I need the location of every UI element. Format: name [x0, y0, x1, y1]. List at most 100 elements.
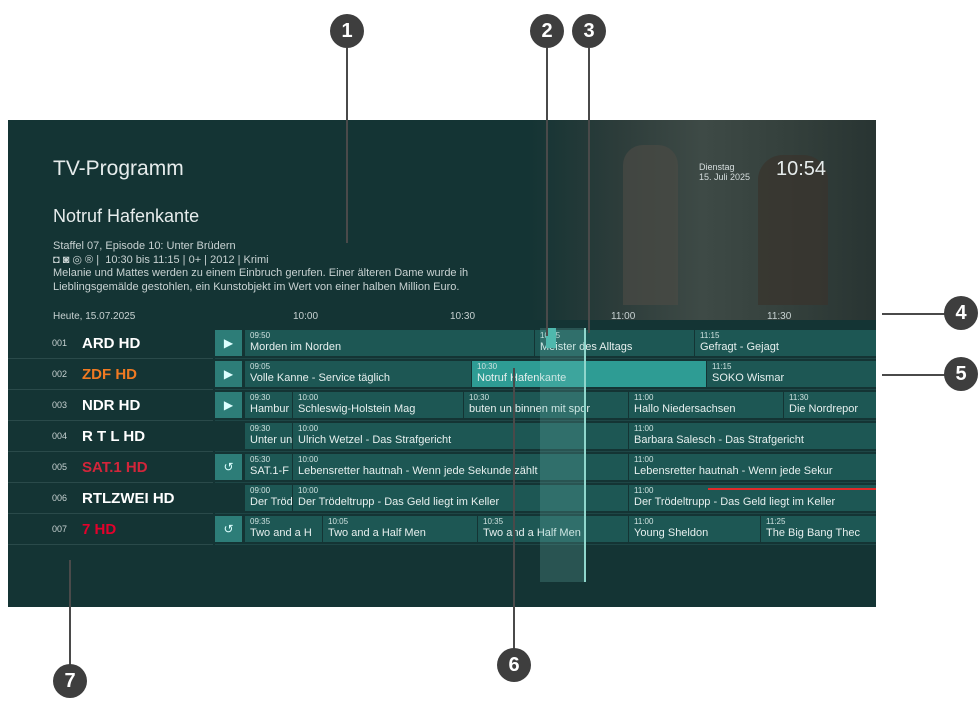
callout-marker: 1	[330, 14, 364, 48]
callout-marker: 7	[53, 664, 87, 698]
program-time: 11:00	[634, 455, 654, 464]
program-time: 09:50	[250, 331, 271, 340]
channel-number: 005	[52, 462, 68, 472]
channel-number: 001	[52, 338, 68, 348]
program-title: Die Nordrepor	[789, 403, 859, 415]
play-button[interactable]: ▶	[215, 392, 242, 418]
program-cell[interactable]: 09:50 Morden im Norden	[245, 330, 535, 356]
program-title: SOKO Wismar	[712, 372, 785, 384]
program-time: 10:00	[298, 393, 319, 402]
program-title: Morden im Norden	[250, 341, 342, 353]
callout-marker: 3	[572, 14, 606, 48]
preview-image	[528, 120, 876, 320]
time-label: 11:30	[767, 311, 792, 322]
play-button[interactable]: ▶	[215, 361, 242, 387]
channel-row[interactable]: 007 7 HD	[8, 514, 213, 545]
program-title: Der Tröd	[250, 496, 293, 508]
timebar-date: Heute, 15.07.2025	[53, 311, 136, 322]
program-cell[interactable]: 09:05 Volle Kanne - Service täglich	[245, 361, 472, 387]
program-cell[interactable]: 09:35 Two and a H	[245, 516, 323, 542]
channel-row[interactable]: 005 SAT.1 HD	[8, 452, 213, 483]
program-cell[interactable]: 11:30 Die Nordrepor	[784, 392, 876, 418]
program-title: Volle Kanne - Service täglich	[250, 372, 391, 384]
current-time-band	[540, 328, 584, 582]
date-label: 15. Juli 2025	[699, 172, 751, 182]
program-title: Schleswig-Holstein Mag	[298, 403, 416, 415]
description-line-1: Melanie und Mattes werden zu einem Einbr…	[53, 267, 469, 279]
details-icons: ◘ ◙ ◎ ®	[53, 254, 94, 266]
callout-marker: 5	[944, 357, 978, 391]
program-cell[interactable]: 11:15 SOKO Wismar	[707, 361, 876, 387]
time-label: 11:00	[611, 311, 636, 322]
time-label: 10:00	[293, 311, 319, 322]
clock: 10:54	[776, 158, 827, 180]
progress-line	[708, 488, 876, 490]
program-cell[interactable]: 11:00 Lebensretter hautnah - Wenn jede Se…	[629, 454, 876, 480]
program-cell[interactable]: 11:00 Barbara Salesch - Das Strafgericht	[629, 423, 876, 449]
program-title: Two and a H	[250, 527, 312, 539]
channel-logo: RTLZWEI HD	[82, 490, 175, 507]
callout-line	[882, 374, 946, 376]
show-title: Notruf Hafenkante	[53, 206, 200, 226]
program-title: The Big Bang Thec	[766, 527, 860, 539]
episode-info: Staffel 07, Episode 10: Unter Brüdern	[53, 240, 236, 252]
program-title: Two and a Half Men	[328, 527, 426, 539]
channel-logo: ZDF HD	[82, 366, 137, 383]
channel-number: 004	[52, 431, 68, 441]
callout-line	[513, 368, 515, 650]
program-time: 11:15	[700, 331, 720, 340]
program-cell[interactable]: 05:30 SAT.1-F	[245, 454, 293, 480]
program-title: Hambur	[250, 403, 290, 415]
channel-row[interactable]: 001 ARD HD	[8, 328, 213, 359]
channel-logo: ARD HD	[82, 335, 141, 352]
restart-button[interactable]: ↺	[215, 516, 242, 542]
program-title: Gefragt - Gejagt	[700, 341, 779, 353]
selected-program[interactable]: 10:30 Notruf Hafenkante	[472, 361, 707, 387]
channel-number: 002	[52, 369, 68, 379]
callout-marker: 4	[944, 296, 978, 330]
program-title: Barbara Salesch - Das Strafgericht	[634, 434, 804, 446]
program-cell[interactable]: 11:00 Hallo Niedersachsen	[629, 392, 784, 418]
program-title: Hallo Niedersachsen	[634, 403, 736, 415]
callout-line	[546, 48, 548, 336]
channel-list: 001 ARD HD 002 ZDF HD 003 NDR HD 004 R T L HD 00…	[8, 328, 213, 545]
program-time: 09:00	[250, 486, 271, 495]
date-display: Dienstag 15. Juli 2025	[699, 162, 750, 182]
timebar: Heute, 15.07.2025 10:00 10:30 11:00 11:3…	[8, 308, 876, 328]
program-cell[interactable]: 09:00 Der Tröd	[245, 485, 293, 511]
program-cell[interactable]: 11:15 Gefragt - Gejagt	[695, 330, 876, 356]
program-time: 05:30	[250, 455, 271, 464]
program-title: Der Trödeltrupp - Das Geld liegt im Kell…	[634, 496, 836, 508]
channel-row[interactable]: 004 R T L HD	[8, 421, 213, 452]
page-title: TV-Programm	[53, 157, 184, 180]
program-cell[interactable]: 10:05 Two and a Half Men	[323, 516, 478, 542]
program-time: 09:30	[250, 424, 271, 433]
program-title: Lebensretter hautnah - Wenn jede Sekur	[634, 465, 833, 477]
time-label: 10:30	[450, 311, 476, 322]
program-cell[interactable]: 09:30 Unter un	[245, 423, 293, 449]
channel-logo: SAT.1 HD	[82, 459, 148, 476]
channel-logo: 7 HD	[82, 521, 117, 538]
channel-logo: NDR HD	[82, 397, 141, 414]
program-cell[interactable]: 10:00 Schleswig-Holstein Mag	[293, 392, 464, 418]
program-time: 11:00	[634, 517, 654, 526]
channel-row[interactable]: 006 RTLZWEI HD	[8, 483, 213, 514]
play-button[interactable]: ▶	[215, 330, 242, 356]
channel-row[interactable]: 002 ZDF HD	[8, 359, 213, 390]
channel-row[interactable]: 003 NDR HD	[8, 390, 213, 421]
program-cell[interactable]: 09:30 Hambur	[245, 392, 293, 418]
program-cell[interactable]: 11:25 The Big Bang Thec	[761, 516, 876, 542]
program-cell[interactable]: 11:00 Young Sheldon	[629, 516, 761, 542]
program-time: 09:35	[250, 517, 271, 526]
program-time: 11:30	[789, 393, 809, 402]
channel-number: 007	[52, 524, 68, 534]
program-time: 11:15	[712, 362, 732, 371]
callout-marker: 2	[530, 14, 564, 48]
restart-button[interactable]: ↺	[215, 454, 242, 480]
program-title: Unter un	[250, 434, 293, 446]
description-line-2: Lieblingsgemälde gestohlen, ein Kunstobj…	[53, 281, 460, 293]
tv-screen: TV-Programm Dienstag 15. Juli 2025 10:54…	[8, 120, 876, 607]
program-time: 10:05	[328, 517, 349, 526]
callout-marker: 6	[497, 648, 531, 682]
program-time: 11:00	[634, 393, 654, 402]
